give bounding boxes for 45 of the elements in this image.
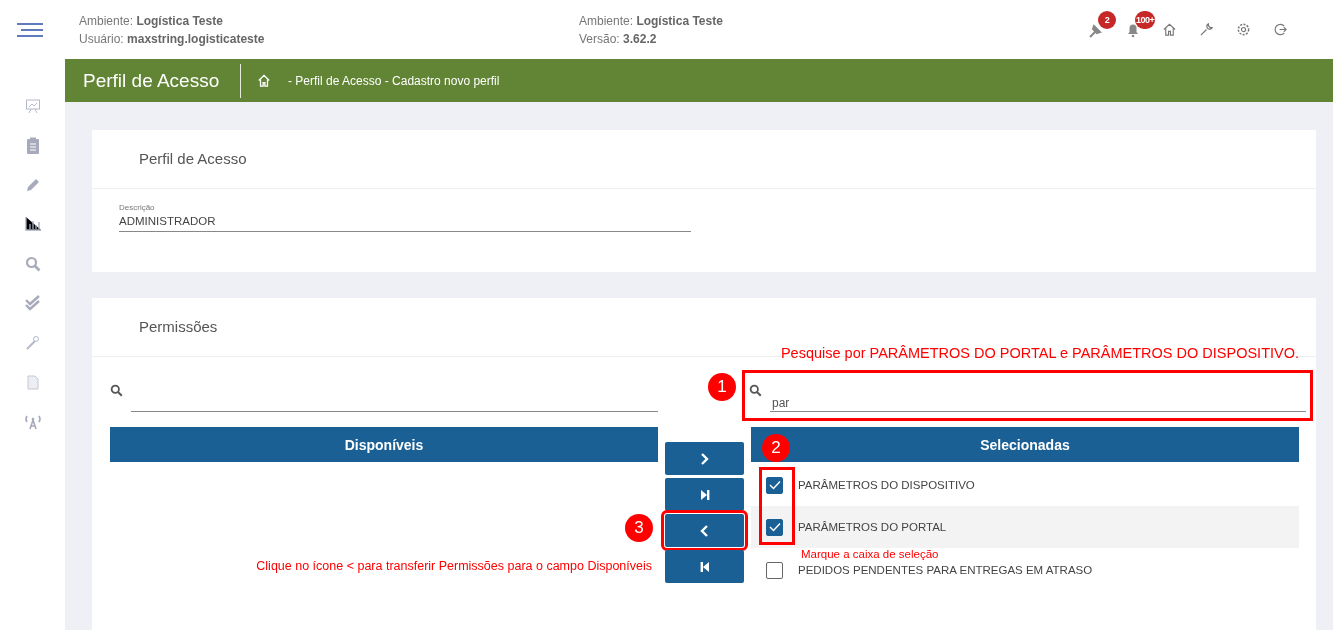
skip-end-icon (699, 488, 710, 501)
magic-wand-icon[interactable] (25, 335, 40, 351)
instruction-note: Marque a caixa de seleção (801, 548, 939, 560)
chevron-left-icon (700, 524, 709, 537)
double-check-icon[interactable] (24, 295, 41, 312)
wrench-icon[interactable] (1199, 22, 1214, 37)
list-item[interactable]: PARÂMETROS DO PORTAL (751, 506, 1299, 548)
checkbox[interactable] (766, 561, 783, 579)
search-field[interactable]: par (770, 384, 1306, 412)
settings-icon[interactable] (1236, 22, 1251, 37)
header-info: Ambiente: Logística Teste (79, 12, 224, 30)
search-icon[interactable] (24, 255, 41, 272)
header-info: Usuário: maxstring.logisticateste (79, 30, 266, 48)
logout-icon[interactable] (1273, 22, 1288, 37)
checkbox[interactable] (766, 476, 783, 494)
chevron-right-icon (700, 452, 709, 465)
notification-badge: 2 (1098, 10, 1116, 29)
transfer-button[interactable] (665, 550, 744, 583)
step-marker: 3 (625, 514, 653, 542)
bar-chart-icon[interactable] (24, 217, 41, 232)
search-icon (110, 384, 123, 397)
list-header: Disponíveis (110, 427, 658, 462)
notification-badge: 100+ (1135, 10, 1156, 29)
description-field[interactable]: Descrição ADMINISTRADOR (119, 203, 691, 232)
breadcrumb: - Perfil de Acesso - Cadastro novo perfil (288, 73, 500, 88)
header-info: Ambiente: Logística Teste (579, 12, 724, 30)
checkbox[interactable] (766, 518, 783, 536)
antenna-icon[interactable] (22, 413, 43, 430)
list-item[interactable]: PARÂMETROS DO DISPOSITIVO (751, 464, 1299, 506)
search-icon (749, 384, 762, 397)
transfer-button[interactable] (665, 478, 744, 511)
pencil-icon[interactable] (24, 176, 41, 193)
menu-icon[interactable] (17, 22, 43, 37)
card-title: Perfil de Acesso (92, 130, 1316, 189)
clipboard-icon[interactable] (25, 136, 40, 154)
instruction-note: Clique no ícone < para transferir Permissões para o campo Disponíveis (256, 559, 652, 573)
step-marker: 1 (708, 373, 736, 401)
instruction-note: Pesquise por PARÂMETROS DO PORTAL e PARÂMETROS DO DISPOSITIVO. (780, 345, 1299, 361)
skip-start-icon (699, 560, 710, 573)
presentation-icon[interactable] (24, 97, 41, 114)
field-label: Descrição (119, 203, 155, 212)
page-title: Perfil de Acesso (82, 69, 221, 92)
home-icon[interactable] (1162, 22, 1177, 37)
pin-icon[interactable] (1087, 21, 1104, 38)
header-info: Versão: 3.62.2 (579, 30, 658, 48)
